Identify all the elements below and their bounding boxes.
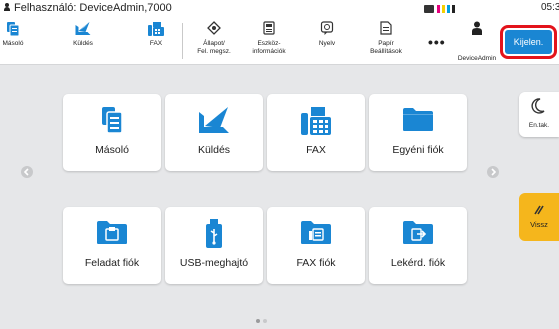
tile-label: Feladat fiók xyxy=(84,257,140,269)
toner-cyan-icon xyxy=(447,5,450,13)
user-icon xyxy=(4,3,10,11)
toolbar-divider xyxy=(182,23,183,59)
toolbar-label: Eszköz- információk xyxy=(252,40,286,55)
status-icon xyxy=(207,21,221,40)
tile-send[interactable]: Küldés xyxy=(165,94,263,171)
current-user-text: Felhasználó: DeviceAdmin,7000 xyxy=(14,2,172,14)
energy-saver-button[interactable]: En.tak. xyxy=(519,92,559,137)
usb-drive-icon xyxy=(205,219,223,254)
toolbar-language-button[interactable]: Nyelv xyxy=(312,17,342,65)
account-label: DeviceAdmin xyxy=(457,55,497,62)
fax-icon xyxy=(301,106,331,141)
polling-box-folder-icon xyxy=(402,219,434,250)
tile-label: USB-meghajtó xyxy=(179,257,249,269)
tile-label: Másoló xyxy=(95,144,129,156)
page-dot xyxy=(263,319,267,323)
chevron-left-icon xyxy=(23,168,29,176)
tile-job-box[interactable]: Feladat fiók xyxy=(63,207,161,284)
tile-fax[interactable]: FAX xyxy=(267,94,365,171)
send-icon xyxy=(198,106,230,139)
reset-icon xyxy=(533,203,545,221)
account-button[interactable]: DeviceAdmin xyxy=(452,17,502,65)
energy-saver-label: En.tak. xyxy=(528,122,550,129)
back-label: Vissz xyxy=(530,220,548,229)
toolbar-device-info-button[interactable]: Eszköz- információk xyxy=(248,17,290,65)
tile-copier[interactable]: Másoló xyxy=(63,94,161,171)
custom-box-folder-icon xyxy=(402,106,434,137)
clock: 05:3 xyxy=(541,2,559,13)
tile-label: FAX fiók xyxy=(296,257,336,269)
toolbar-label: Nyelv xyxy=(318,40,336,47)
quick-toolbar: Másoló Küldés FAX Állapot/ Fel. megsz. E… xyxy=(0,17,559,65)
tile-label: Lekérd. fiók xyxy=(390,257,446,269)
toolbar-label: FAX xyxy=(149,40,163,47)
tile-custom-box[interactable]: Egyéni fiók xyxy=(369,94,467,171)
person-icon xyxy=(472,21,482,40)
page-dot-active xyxy=(256,319,260,323)
tile-fax-box[interactable]: FAX fiók xyxy=(267,207,365,284)
toolbar-label: Papír Beállítások xyxy=(370,40,402,55)
tile-label: Küldés xyxy=(197,144,231,156)
toolbar-send-button[interactable]: Küldés xyxy=(64,17,102,65)
back-button[interactable]: Vissz xyxy=(519,193,559,241)
more-options-button[interactable]: ••• xyxy=(428,34,446,50)
language-icon xyxy=(320,21,334,40)
toner-black-icon xyxy=(452,5,455,13)
toolbar-status-button[interactable]: Állapot/ Fel. megsz. xyxy=(192,17,236,65)
toolbar-paper-settings-button[interactable]: Papír Beállítások xyxy=(366,17,406,65)
next-page-button[interactable] xyxy=(487,166,499,178)
toolbar-label: Küldés xyxy=(73,40,93,47)
tile-label: FAX xyxy=(306,144,326,156)
logout-button[interactable]: Kijelen. xyxy=(505,30,552,54)
fax-icon xyxy=(148,21,164,42)
previous-page-button[interactable] xyxy=(21,166,33,178)
tile-label: Egyéni fiók xyxy=(392,144,444,156)
toner-magenta-icon xyxy=(437,5,440,13)
copier-icon xyxy=(101,106,123,139)
chevron-right-icon xyxy=(491,168,497,176)
send-icon xyxy=(75,21,92,42)
toolbar-copier-button[interactable]: Másoló xyxy=(0,17,26,65)
device-info-icon xyxy=(263,21,275,40)
tile-polling-box[interactable]: Lekérd. fiók xyxy=(369,207,467,284)
fax-box-folder-icon xyxy=(300,219,332,250)
toolbar-label: Másoló xyxy=(2,40,24,47)
toolbar-fax-button[interactable]: FAX xyxy=(140,17,172,65)
toolbar-label: Állapot/ Fel. megsz. xyxy=(197,40,231,55)
job-box-folder-icon xyxy=(96,219,128,250)
moon-icon xyxy=(531,98,545,119)
system-status-icons xyxy=(424,5,457,13)
page-indicator xyxy=(256,319,270,323)
paper-settings-icon xyxy=(380,21,392,40)
toner-yellow-icon xyxy=(442,5,445,13)
tile-usb-drive[interactable]: USB-meghajtó xyxy=(165,207,263,284)
copier-icon xyxy=(6,21,20,42)
status-bar: Felhasználó: DeviceAdmin,7000 05:3 xyxy=(0,0,559,17)
paper-tray-icon xyxy=(424,5,434,13)
current-user: Felhasználó: DeviceAdmin,7000 xyxy=(4,2,172,14)
